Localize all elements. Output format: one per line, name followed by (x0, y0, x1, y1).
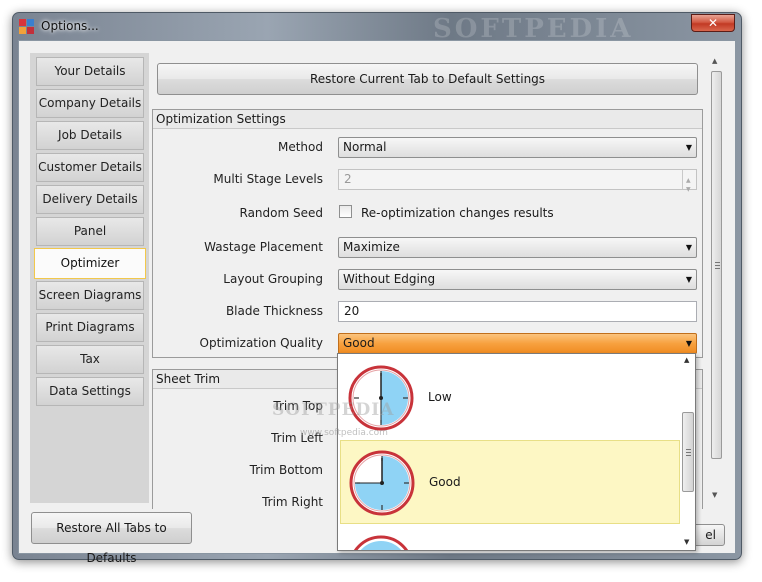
spinner-buttons[interactable]: ▲ ▼ (682, 170, 696, 193)
quality-option-low[interactable]: Low (340, 356, 680, 440)
dropdown-arrow-icon: ▼ (685, 143, 692, 152)
grip-line (715, 265, 720, 266)
scroll-up-icon[interactable]: ▲ (712, 57, 717, 65)
clock-half-icon (349, 450, 415, 516)
multi-stage-levels-value: 2 (344, 172, 352, 186)
grip-line (686, 452, 691, 453)
close-button[interactable]: ✕ (691, 14, 735, 32)
trim-left-label: Trim Left (271, 431, 323, 445)
random-seed-checkbox[interactable] (339, 205, 352, 218)
restore-all-tabs-button[interactable]: Restore All Tabs to Defaults (31, 512, 192, 565)
grip-line (686, 455, 691, 456)
dropdown-arrow-icon: ▼ (685, 339, 692, 348)
grip-line (715, 268, 720, 269)
layout-grouping-value: Without Edging (343, 272, 436, 286)
sidebar-item-optimizer[interactable]: Optimizer (34, 248, 146, 279)
dropdown-arrow-icon: ▼ (685, 275, 692, 284)
random-seed-label: Random Seed (239, 206, 324, 220)
optimization-settings-header: Optimization Settings (153, 110, 702, 129)
trim-bottom-label: Trim Bottom (249, 463, 323, 477)
sidebar-item-customer-details[interactable]: Customer Details (36, 153, 144, 182)
dropdown-scrollbar[interactable]: ▲ ▼ (681, 354, 695, 550)
optimization-quality-select[interactable]: Good ▼ (338, 333, 697, 354)
sidebar-item-screen-diagrams[interactable]: Screen Diagrams (36, 281, 144, 310)
window-title: Options... (41, 19, 99, 33)
optimization-settings-group: Optimization Settings Method Normal ▼ Mu… (152, 109, 703, 358)
grip-line (715, 262, 720, 263)
dropdown-arrow-icon: ▼ (685, 243, 692, 252)
sidebar-item-print-diagrams[interactable]: Print Diagrams (36, 313, 144, 342)
multi-stage-levels-spinner[interactable]: 2 ▲ ▼ (338, 169, 697, 193)
quality-option-partial[interactable] (340, 526, 680, 550)
scroll-down-icon[interactable]: ▼ (712, 491, 717, 499)
optimization-quality-value: Good (343, 336, 375, 350)
method-label: Method (277, 140, 323, 154)
sidebar-item-data-settings[interactable]: Data Settings (36, 377, 144, 406)
sidebar-item-tax[interactable]: Tax (36, 345, 144, 374)
app-icon (19, 19, 35, 35)
blade-thickness-label: Blade Thickness (225, 304, 323, 318)
close-icon: ✕ (707, 16, 719, 30)
wastage-placement-label: Wastage Placement (204, 240, 323, 254)
layout-grouping-select[interactable]: Without Edging ▼ (338, 269, 697, 290)
restore-current-tab-button[interactable]: Restore Current Tab to Default Settings (157, 63, 698, 95)
optimization-quality-label: Optimization Quality (199, 336, 323, 350)
random-seed-checkbox-label[interactable]: Re-optimization changes results (361, 206, 554, 220)
clock-icon (353, 535, 409, 550)
scroll-up-icon[interactable]: ▲ (684, 356, 689, 364)
scrollbar-thumb[interactable] (711, 71, 722, 459)
optimization-quality-dropdown: Low Good ▲ ▼ (337, 353, 696, 551)
sidebar-item-company-details[interactable]: Company Details (36, 89, 144, 118)
dropdown-scrollbar-thumb[interactable] (682, 412, 694, 492)
trim-right-label: Trim Right (262, 495, 323, 509)
multi-stage-levels-label: Multi Stage Levels (213, 172, 323, 186)
softpedia-watermark-url: www.softpedia.com (300, 428, 388, 438)
softpedia-watermark: SOFTPEDIA (272, 400, 395, 420)
spin-down-icon: ▼ (686, 186, 691, 193)
blade-thickness-input[interactable]: 20 (338, 301, 697, 322)
sidebar-item-job-details[interactable]: Job Details (36, 121, 144, 150)
sidebar-item-your-details[interactable]: Your Details (36, 57, 144, 86)
quality-option-good[interactable]: Good (340, 440, 680, 524)
scroll-down-icon[interactable]: ▼ (684, 538, 689, 546)
sidebar-item-delivery-details[interactable]: Delivery Details (36, 185, 144, 214)
grip-line (686, 449, 691, 450)
method-value: Normal (343, 140, 387, 154)
quality-option-label: Low (428, 390, 452, 404)
wastage-placement-value: Maximize (343, 240, 400, 254)
wastage-placement-select[interactable]: Maximize ▼ (338, 237, 697, 258)
title-bar[interactable]: SOFTPEDIA Options... ✕ (13, 13, 741, 44)
quality-option-label: Good (429, 475, 461, 489)
sidebar-item-panel[interactable]: Panel (36, 217, 144, 246)
clock-quarter-icon (348, 365, 414, 431)
sidebar: Your Details Company Details Job Details… (30, 53, 149, 503)
options-scrollbar[interactable]: ▲ ▼ (710, 57, 723, 503)
method-select[interactable]: Normal ▼ (338, 137, 697, 158)
layout-grouping-label: Layout Grouping (223, 272, 323, 286)
